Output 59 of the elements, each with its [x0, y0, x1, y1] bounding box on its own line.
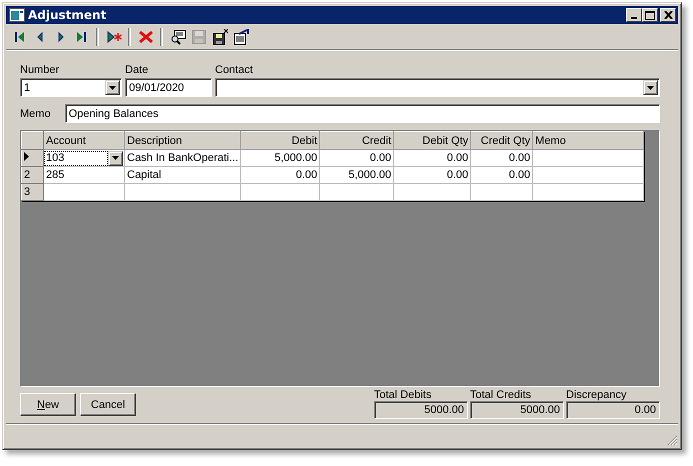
window-title: Adjustment	[28, 8, 108, 22]
cancel-button[interactable]: Cancel	[80, 393, 136, 416]
table-cell: 0.00	[394, 150, 471, 166]
delete-icon[interactable]	[138, 29, 154, 45]
number-field[interactable]: 1	[20, 78, 122, 97]
table-cell: 0.00	[470, 166, 533, 184]
column-header[interactable]: Credit Qty	[470, 132, 533, 150]
field-label: Date	[125, 64, 150, 76]
row-header	[22, 132, 44, 150]
field-label: Number	[20, 64, 60, 76]
caret-icon	[647, 86, 654, 90]
table-cell: Capital	[124, 166, 241, 184]
new-record-icon[interactable]	[106, 29, 122, 45]
close-icon	[664, 11, 672, 19]
row-header[interactable]: 2	[22, 166, 44, 184]
field-label: Memo	[20, 108, 51, 120]
dropdown-button[interactable]	[643, 80, 658, 95]
memo-field[interactable]: Opening Balances	[64, 104, 660, 123]
table-cell: 285	[44, 166, 124, 184]
row-header[interactable]: 3	[22, 184, 44, 200]
table-cell: 0.00	[470, 150, 533, 166]
table-cell: 0.00	[394, 166, 471, 184]
minimize-button[interactable]	[626, 8, 642, 22]
new-button[interactable]: New	[20, 393, 76, 416]
column-header[interactable]: Debit	[240, 132, 320, 150]
dropdown-button[interactable]	[105, 80, 120, 95]
table-cell: 5,000.00	[240, 150, 320, 166]
column-header[interactable]: Description	[124, 132, 241, 150]
row-header[interactable]	[22, 150, 44, 166]
total-field: 5000.00	[470, 401, 564, 419]
maximize-icon	[645, 10, 655, 20]
table-cell[interactable]: 103	[44, 150, 108, 166]
column-header[interactable]: Account	[44, 132, 124, 150]
date-field[interactable]: 09/01/2020	[125, 78, 212, 97]
total-label: Total Credits	[470, 389, 532, 401]
app-icon	[9, 8, 25, 22]
table-cell: 5,000.00	[320, 166, 394, 184]
table-cell: 0.00	[240, 166, 320, 184]
table-cell: Cash In BankOperati...	[124, 150, 241, 166]
column-header[interactable]: Memo	[532, 132, 644, 150]
close-button[interactable]	[660, 8, 676, 22]
field-label: Contact	[215, 64, 254, 76]
row-pointer-icon	[24, 152, 29, 161]
contact-field[interactable]	[215, 78, 660, 97]
maximize-button[interactable]	[642, 8, 658, 22]
total-label: Discrepancy	[566, 389, 628, 401]
column-header[interactable]: Debit Qty	[394, 132, 471, 150]
floppy-disk-cross-icon[interactable]	[212, 29, 228, 45]
find-icon[interactable]	[170, 29, 186, 45]
table-cell: 0.00	[320, 150, 394, 166]
properties-icon[interactable]	[232, 29, 248, 45]
total-label: Total Debits	[374, 389, 432, 401]
total-field: 5000.00	[374, 401, 468, 419]
dropdown-button[interactable]	[108, 150, 123, 166]
caret-icon	[109, 86, 116, 90]
total-field: 0.00	[566, 401, 660, 419]
column-header[interactable]: Credit	[320, 132, 394, 150]
resize-grip-icon[interactable]	[667, 435, 678, 446]
caret-icon	[112, 156, 119, 160]
